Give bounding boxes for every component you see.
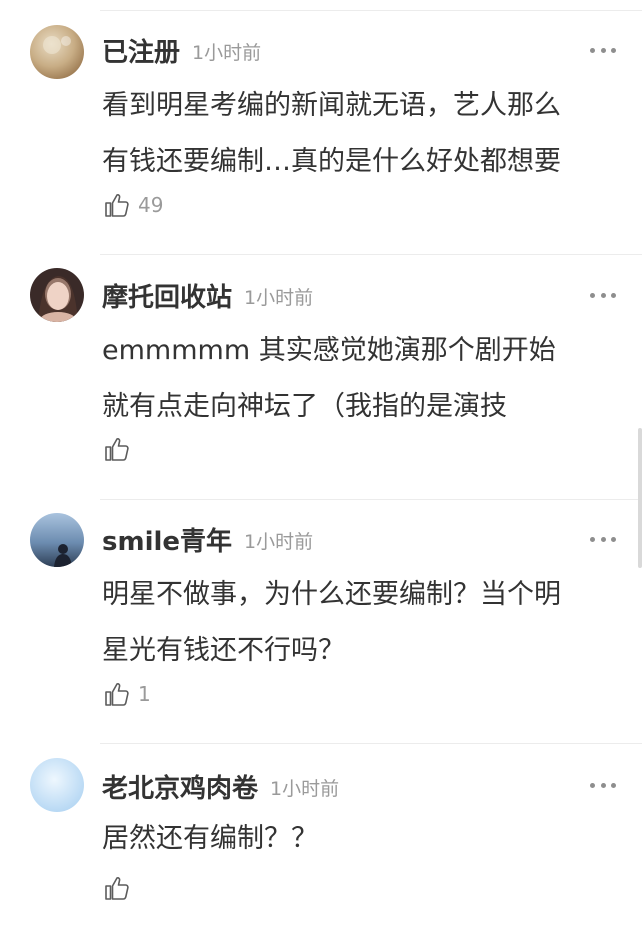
thumbs-up-icon (105, 194, 129, 217)
like-count: 1 (138, 682, 151, 706)
username-text[interactable]: 已注册 (102, 38, 180, 68)
more-dots-icon[interactable] (590, 290, 616, 300)
comment-line: 看到明星考编的新闻就无语，艺人那么 (102, 90, 561, 121)
avatar-image (30, 758, 84, 812)
divider (100, 254, 642, 255)
scrollbar[interactable] (638, 428, 642, 568)
avatar-image (30, 268, 84, 322)
avatar[interactable] (30, 758, 84, 812)
username-text[interactable]: 老北京鸡肉卷 (102, 774, 258, 804)
avatar-image (30, 25, 84, 79)
timestamp: 1小时前 (192, 42, 262, 64)
comment-feed: 已注册 1小时前 看到明星考编的新闻就无语，艺人那么 有钱还要编制…真的是什么好处… (0, 0, 642, 928)
avatar-image (30, 513, 84, 567)
like-button[interactable]: 1 (104, 679, 151, 709)
comment-line: emmmmm 其实感觉她演那个剧开始 (102, 335, 556, 366)
comment-text: 居然还有编制？？ (102, 811, 622, 867)
more-dots-icon[interactable] (590, 534, 616, 544)
avatar[interactable] (30, 25, 84, 79)
like-button[interactable] (104, 434, 138, 464)
timestamp: 1小时前 (244, 287, 314, 309)
comment-text: emmmmm 其实感觉她演那个剧开始 就有点走向神坛了（我指的是演技 (102, 323, 622, 435)
comment-line: 明星不做事，为什么还要编制？当个明 (102, 579, 561, 610)
comment-line: 有钱还要编制…真的是什么好处都想要 (102, 146, 561, 177)
more-dots-icon[interactable] (590, 780, 616, 790)
username[interactable]: smile青年 1小时前 (102, 521, 313, 558)
avatar[interactable] (30, 268, 84, 322)
thumbs-up-icon (105, 683, 129, 706)
like-button[interactable] (104, 873, 138, 903)
divider (100, 10, 642, 11)
timestamp: 1小时前 (270, 778, 340, 800)
comment-text: 明星不做事，为什么还要编制？当个明 星光有钱还不行吗？ (102, 567, 622, 679)
username[interactable]: 老北京鸡肉卷 1小时前 (102, 768, 339, 805)
like-count: 49 (138, 193, 164, 217)
username-text[interactable]: smile青年 (102, 527, 232, 557)
username[interactable]: 已注册 1小时前 (102, 32, 261, 69)
comment-line: 就有点走向神坛了（我指的是演技 (102, 391, 507, 422)
timestamp: 1小时前 (244, 531, 314, 553)
avatar[interactable] (30, 513, 84, 567)
like-button[interactable]: 49 (104, 190, 163, 220)
more-dots-icon[interactable] (590, 45, 616, 55)
divider (100, 743, 642, 744)
username-text[interactable]: 摩托回收站 (102, 283, 232, 313)
divider (100, 499, 642, 500)
username[interactable]: 摩托回收站 1小时前 (102, 277, 313, 314)
comment-text: 看到明星考编的新闻就无语，艺人那么 有钱还要编制…真的是什么好处都想要 (102, 78, 622, 190)
comment-line: 居然还有编制？？ (102, 823, 318, 854)
comment-line: 星光有钱还不行吗？ (102, 635, 345, 666)
thumbs-up-icon (105, 877, 129, 900)
thumbs-up-icon (105, 438, 129, 461)
